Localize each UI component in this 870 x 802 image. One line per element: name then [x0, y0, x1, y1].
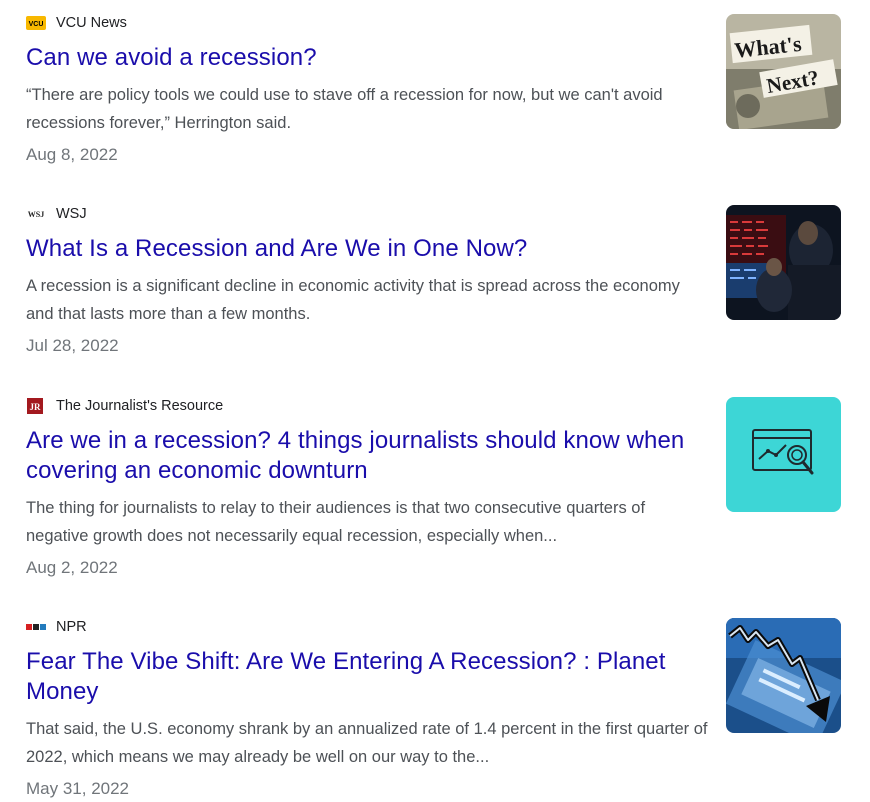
result-source[interactable]: VCU VCU News	[26, 12, 841, 34]
result-date: Jul 28, 2022	[26, 336, 119, 355]
result-date: Aug 8, 2022	[26, 145, 118, 164]
result-title-link[interactable]: Fear The Vibe Shift: Are We Entering A R…	[26, 647, 711, 707]
result-thumbnail[interactable]	[726, 205, 841, 320]
result-date: May 31, 2022	[26, 779, 130, 798]
source-name: WSJ	[56, 206, 87, 222]
result-date: Aug 2, 2022	[26, 558, 118, 577]
stock-exchange-thumbnail-icon	[726, 205, 841, 320]
result-title-link[interactable]: Can we avoid a recession?	[26, 43, 711, 73]
result-snippet: “There are policy tools we could use to …	[26, 86, 663, 132]
result-source[interactable]: JR The Journalist's Resource	[26, 395, 841, 417]
svg-text:JR: JR	[30, 402, 42, 412]
source-name: The Journalist's Resource	[56, 398, 224, 414]
wsj-favicon-icon: WSJ	[26, 207, 46, 221]
result-snippet: That said, the U.S. economy shrank by an…	[26, 720, 708, 766]
npr-favicon-icon	[26, 620, 46, 634]
search-result: NPR Fear The Vibe Shift: Are We Entering…	[26, 616, 841, 801]
chart-magnifier-icon	[726, 397, 841, 512]
jr-favicon-icon: JR	[26, 398, 46, 414]
result-title-link[interactable]: Are we in a recession? 4 things journali…	[26, 426, 711, 486]
result-source[interactable]: WSJ WSJ	[26, 203, 841, 225]
result-snippet: The thing for journalists to relay to th…	[26, 499, 646, 545]
result-thumbnail[interactable]	[726, 618, 841, 733]
search-result: JR The Journalist's Resource Are we in a…	[26, 395, 841, 580]
result-source[interactable]: NPR	[26, 616, 841, 638]
vcu-favicon-icon: VCU	[26, 16, 46, 30]
result-title-link[interactable]: What Is a Recession and Are We in One No…	[26, 234, 711, 264]
search-result: WSJ WSJ What Is a Recession and Are We i…	[26, 203, 841, 358]
falling-arrow-thumbnail-icon	[726, 618, 841, 733]
search-result: VCU VCU News Can we avoid a recession? “…	[26, 12, 841, 167]
money-whats-next-thumbnail-icon: What's Next?	[726, 14, 841, 129]
result-thumbnail[interactable]	[726, 397, 841, 512]
svg-text:WSJ: WSJ	[28, 210, 44, 219]
source-name: VCU News	[56, 15, 127, 31]
result-snippet: A recession is a significant decline in …	[26, 277, 680, 323]
result-thumbnail[interactable]: What's Next?	[726, 14, 841, 129]
svg-text:VCU: VCU	[29, 21, 44, 28]
source-name: NPR	[56, 619, 87, 635]
